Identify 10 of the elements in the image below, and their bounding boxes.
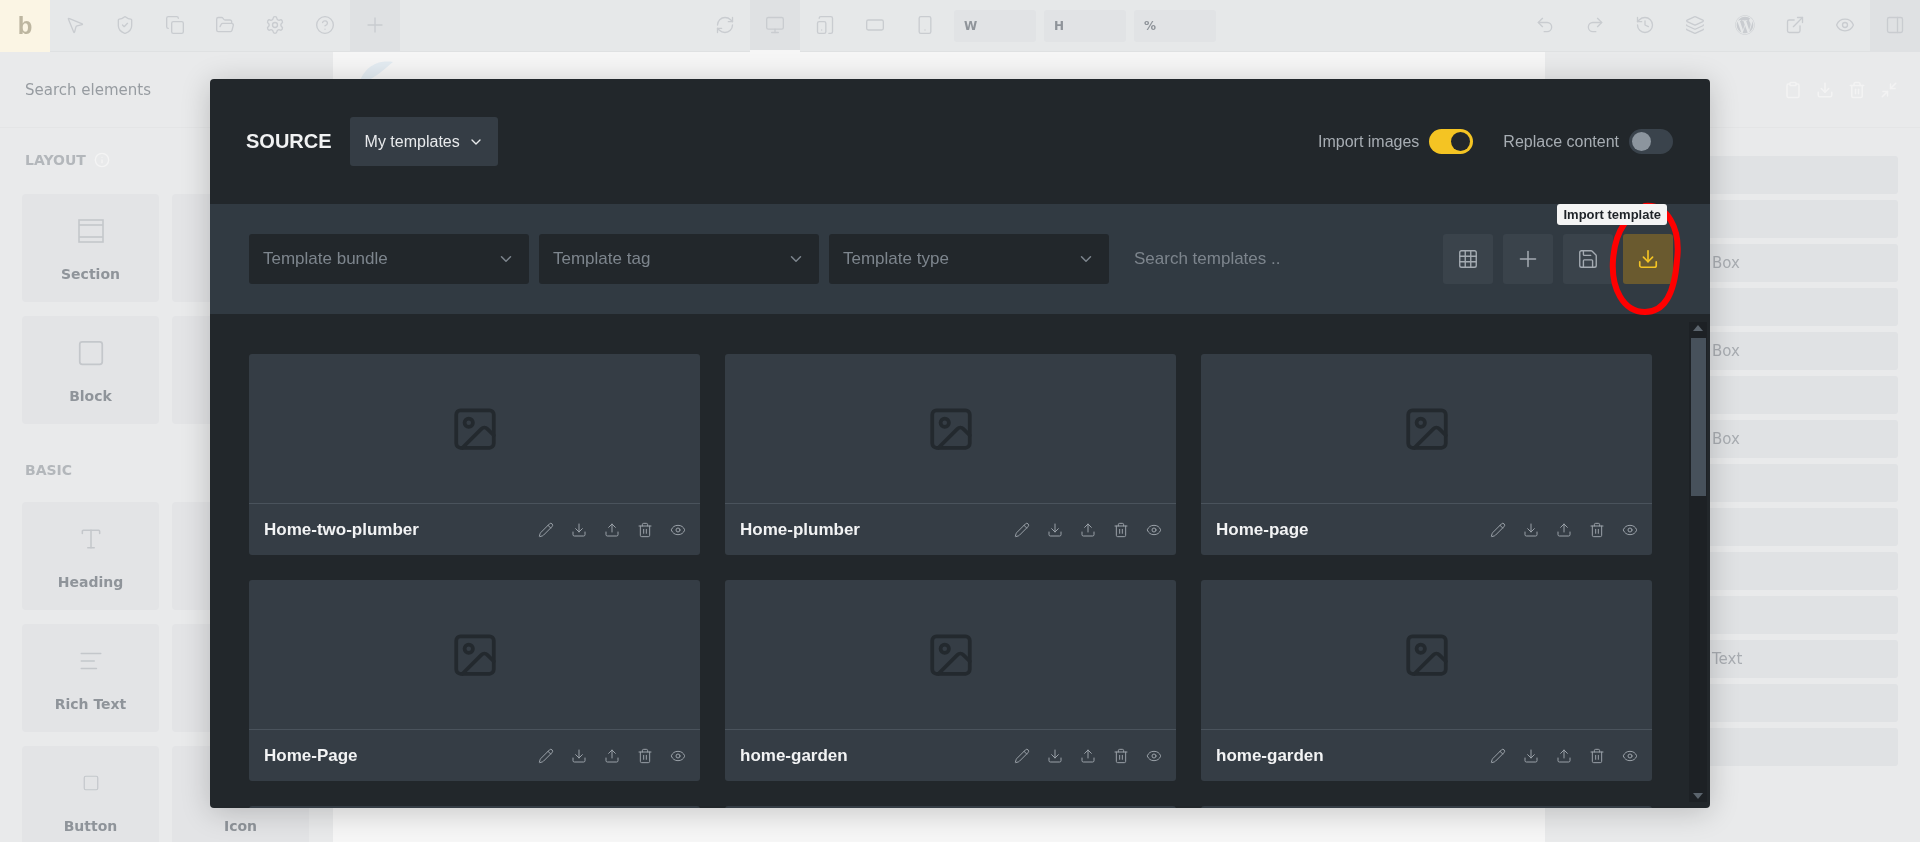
toggle-label: Replace content: [1503, 132, 1619, 151]
template-name: home-garden: [1216, 745, 1325, 766]
tooltip: Import template: [1557, 204, 1667, 225]
template-name: Home-two-plumber: [264, 519, 420, 540]
template-name: home-garden: [740, 745, 849, 766]
source-label: SOURCE: [246, 130, 332, 153]
template-name: Home-page: [1216, 519, 1310, 540]
toggle-label: Import images: [1318, 132, 1420, 151]
template-name: Home-plumber: [740, 519, 861, 540]
template-name: Home-Page: [264, 745, 359, 766]
